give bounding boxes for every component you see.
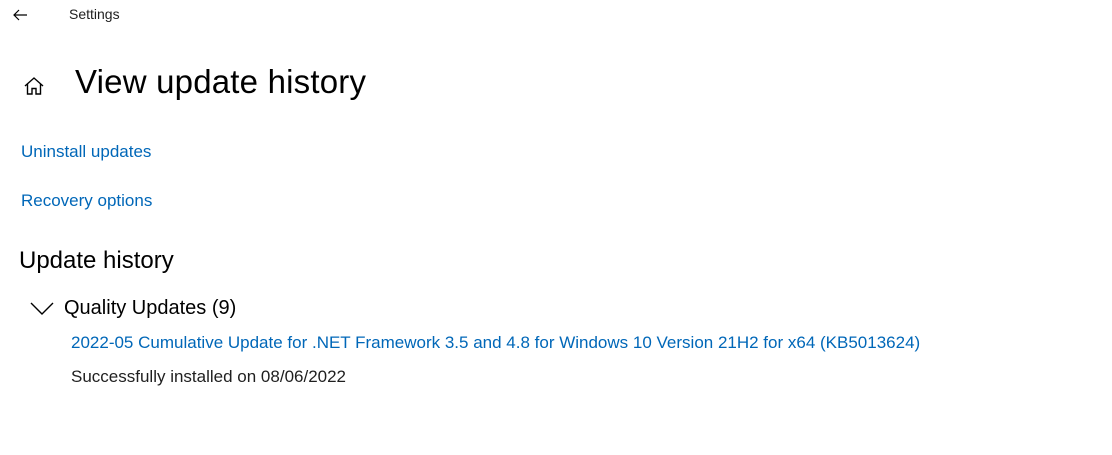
back-button[interactable] — [4, 0, 36, 30]
home-icon — [24, 77, 44, 95]
chevron-down-icon[interactable] — [28, 294, 56, 322]
uninstall-updates-link[interactable]: Uninstall updates — [21, 142, 151, 162]
update-item-status: Successfully installed on 08/06/2022 — [71, 367, 347, 386]
title-bar: Settings — [0, 0, 1112, 30]
app-title: Settings — [69, 6, 120, 22]
update-history-heading: Update history — [19, 247, 174, 274]
recovery-options-link[interactable]: Recovery options — [21, 191, 152, 211]
quality-updates-label: Quality Updates (9) — [64, 296, 237, 319]
update-item-link[interactable]: 2022-05 Cumulative Update for .NET Frame… — [71, 333, 920, 353]
quality-updates-group-header[interactable]: Quality Updates (9) — [28, 292, 236, 324]
back-arrow-icon — [13, 9, 27, 21]
home-button[interactable] — [18, 70, 50, 102]
page-title: View update history — [75, 63, 367, 100]
